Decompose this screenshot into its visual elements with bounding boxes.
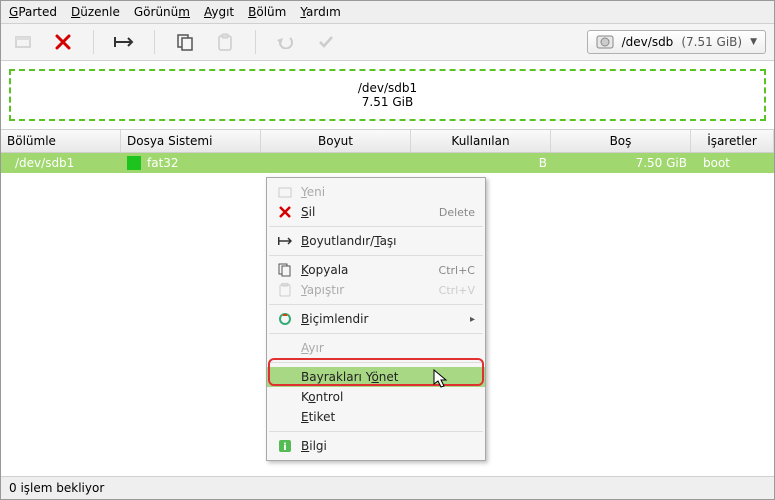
menu-help[interactable]: Yardım bbox=[300, 5, 340, 19]
delete-icon bbox=[277, 206, 293, 218]
harddisk-icon bbox=[596, 35, 614, 49]
menu-item-delete[interactable]: Sil Delete bbox=[267, 202, 485, 222]
menu-edit[interactable]: Düzenle bbox=[71, 5, 120, 19]
delete-button[interactable] bbox=[49, 30, 77, 54]
menu-item-label[interactable]: Etiket bbox=[267, 407, 485, 427]
col-used[interactable]: Kullanılan bbox=[411, 130, 551, 152]
menu-item-manage-flags[interactable]: Bayrakları Yönet bbox=[267, 367, 485, 387]
row-used: B bbox=[539, 156, 547, 170]
info-icon: i bbox=[277, 439, 293, 453]
menu-view[interactable]: Görünüm bbox=[134, 5, 190, 19]
format-icon bbox=[277, 312, 293, 326]
col-filesystem[interactable]: Dosya Sistemi bbox=[121, 130, 261, 152]
fs-color-swatch bbox=[127, 156, 141, 170]
menubar: GGPartedParted Düzenle Görünüm Aygıt Böl… bbox=[1, 1, 774, 24]
device-selector[interactable]: /dev/sdb (7.51 GiB) ▼ bbox=[587, 30, 766, 54]
diskmap-partition-name: /dev/sdb1 bbox=[17, 81, 758, 95]
menu-item-check[interactable]: Kontrol bbox=[267, 387, 485, 407]
device-path: /dev/sdb bbox=[622, 35, 674, 49]
copy-icon bbox=[277, 263, 293, 277]
apply-button bbox=[312, 30, 340, 54]
row-flags: boot bbox=[703, 156, 730, 170]
copy-button[interactable] bbox=[171, 30, 199, 54]
menu-item-info[interactable]: i Bilgi bbox=[267, 436, 485, 456]
chevron-down-icon: ▼ bbox=[750, 37, 757, 47]
col-free[interactable]: Boş bbox=[551, 130, 691, 152]
menu-item-unmount: Ayır bbox=[267, 338, 485, 358]
svg-text:i: i bbox=[283, 442, 286, 453]
new-partition-button bbox=[9, 30, 37, 54]
accel: Delete bbox=[439, 206, 475, 219]
menu-gparted[interactable]: GGPartedParted bbox=[9, 5, 57, 19]
col-size[interactable]: Boyut bbox=[261, 130, 411, 152]
resize-icon bbox=[277, 236, 293, 246]
row-filesystem: fat32 bbox=[147, 156, 179, 170]
accel: Ctrl+V bbox=[439, 284, 475, 297]
table-header: Bölümle Dosya Sistemi Boyut Kullanılan B… bbox=[1, 129, 774, 153]
menu-item-format[interactable]: Biçimlendir bbox=[267, 309, 485, 329]
menu-item-resize[interactable]: Boyutlandır/Taşı bbox=[267, 231, 485, 251]
menu-item-copy[interactable]: Kopyala Ctrl+C bbox=[267, 260, 485, 280]
col-flags[interactable]: İşaretler bbox=[691, 130, 774, 152]
paste-icon bbox=[277, 283, 293, 297]
status-bar: 0 işlem bekliyor bbox=[1, 476, 774, 499]
row-free: 7.50 GiB bbox=[636, 156, 687, 170]
diskmap-partition-size: 7.51 GiB bbox=[17, 95, 758, 109]
menu-item-new: Yeni bbox=[267, 182, 485, 202]
undo-button bbox=[272, 30, 300, 54]
status-text: 0 işlem bekliyor bbox=[9, 481, 104, 495]
accel: Ctrl+C bbox=[439, 264, 475, 277]
menu-device[interactable]: Aygıt bbox=[204, 5, 234, 19]
row-partition: /dev/sdb1 bbox=[15, 156, 74, 170]
menu-item-paste: Yapıştır Ctrl+V bbox=[267, 280, 485, 300]
table-row[interactable]: /dev/sdb1 fat32 B 7.50 GiB boot bbox=[1, 153, 774, 173]
resize-button[interactable] bbox=[110, 30, 138, 54]
device-size: (7.51 GiB) bbox=[681, 35, 742, 49]
new-icon bbox=[277, 186, 293, 198]
col-partition[interactable]: Bölümle bbox=[1, 130, 121, 152]
toolbar: /dev/sdb (7.51 GiB) ▼ bbox=[1, 24, 774, 61]
disk-map[interactable]: /dev/sdb1 7.51 GiB bbox=[9, 69, 766, 121]
menu-partition[interactable]: Bölüm bbox=[248, 5, 286, 19]
paste-button bbox=[211, 30, 239, 54]
context-menu: Yeni Sil Delete Boyutlandır/Taşı Kopyala… bbox=[266, 177, 486, 461]
